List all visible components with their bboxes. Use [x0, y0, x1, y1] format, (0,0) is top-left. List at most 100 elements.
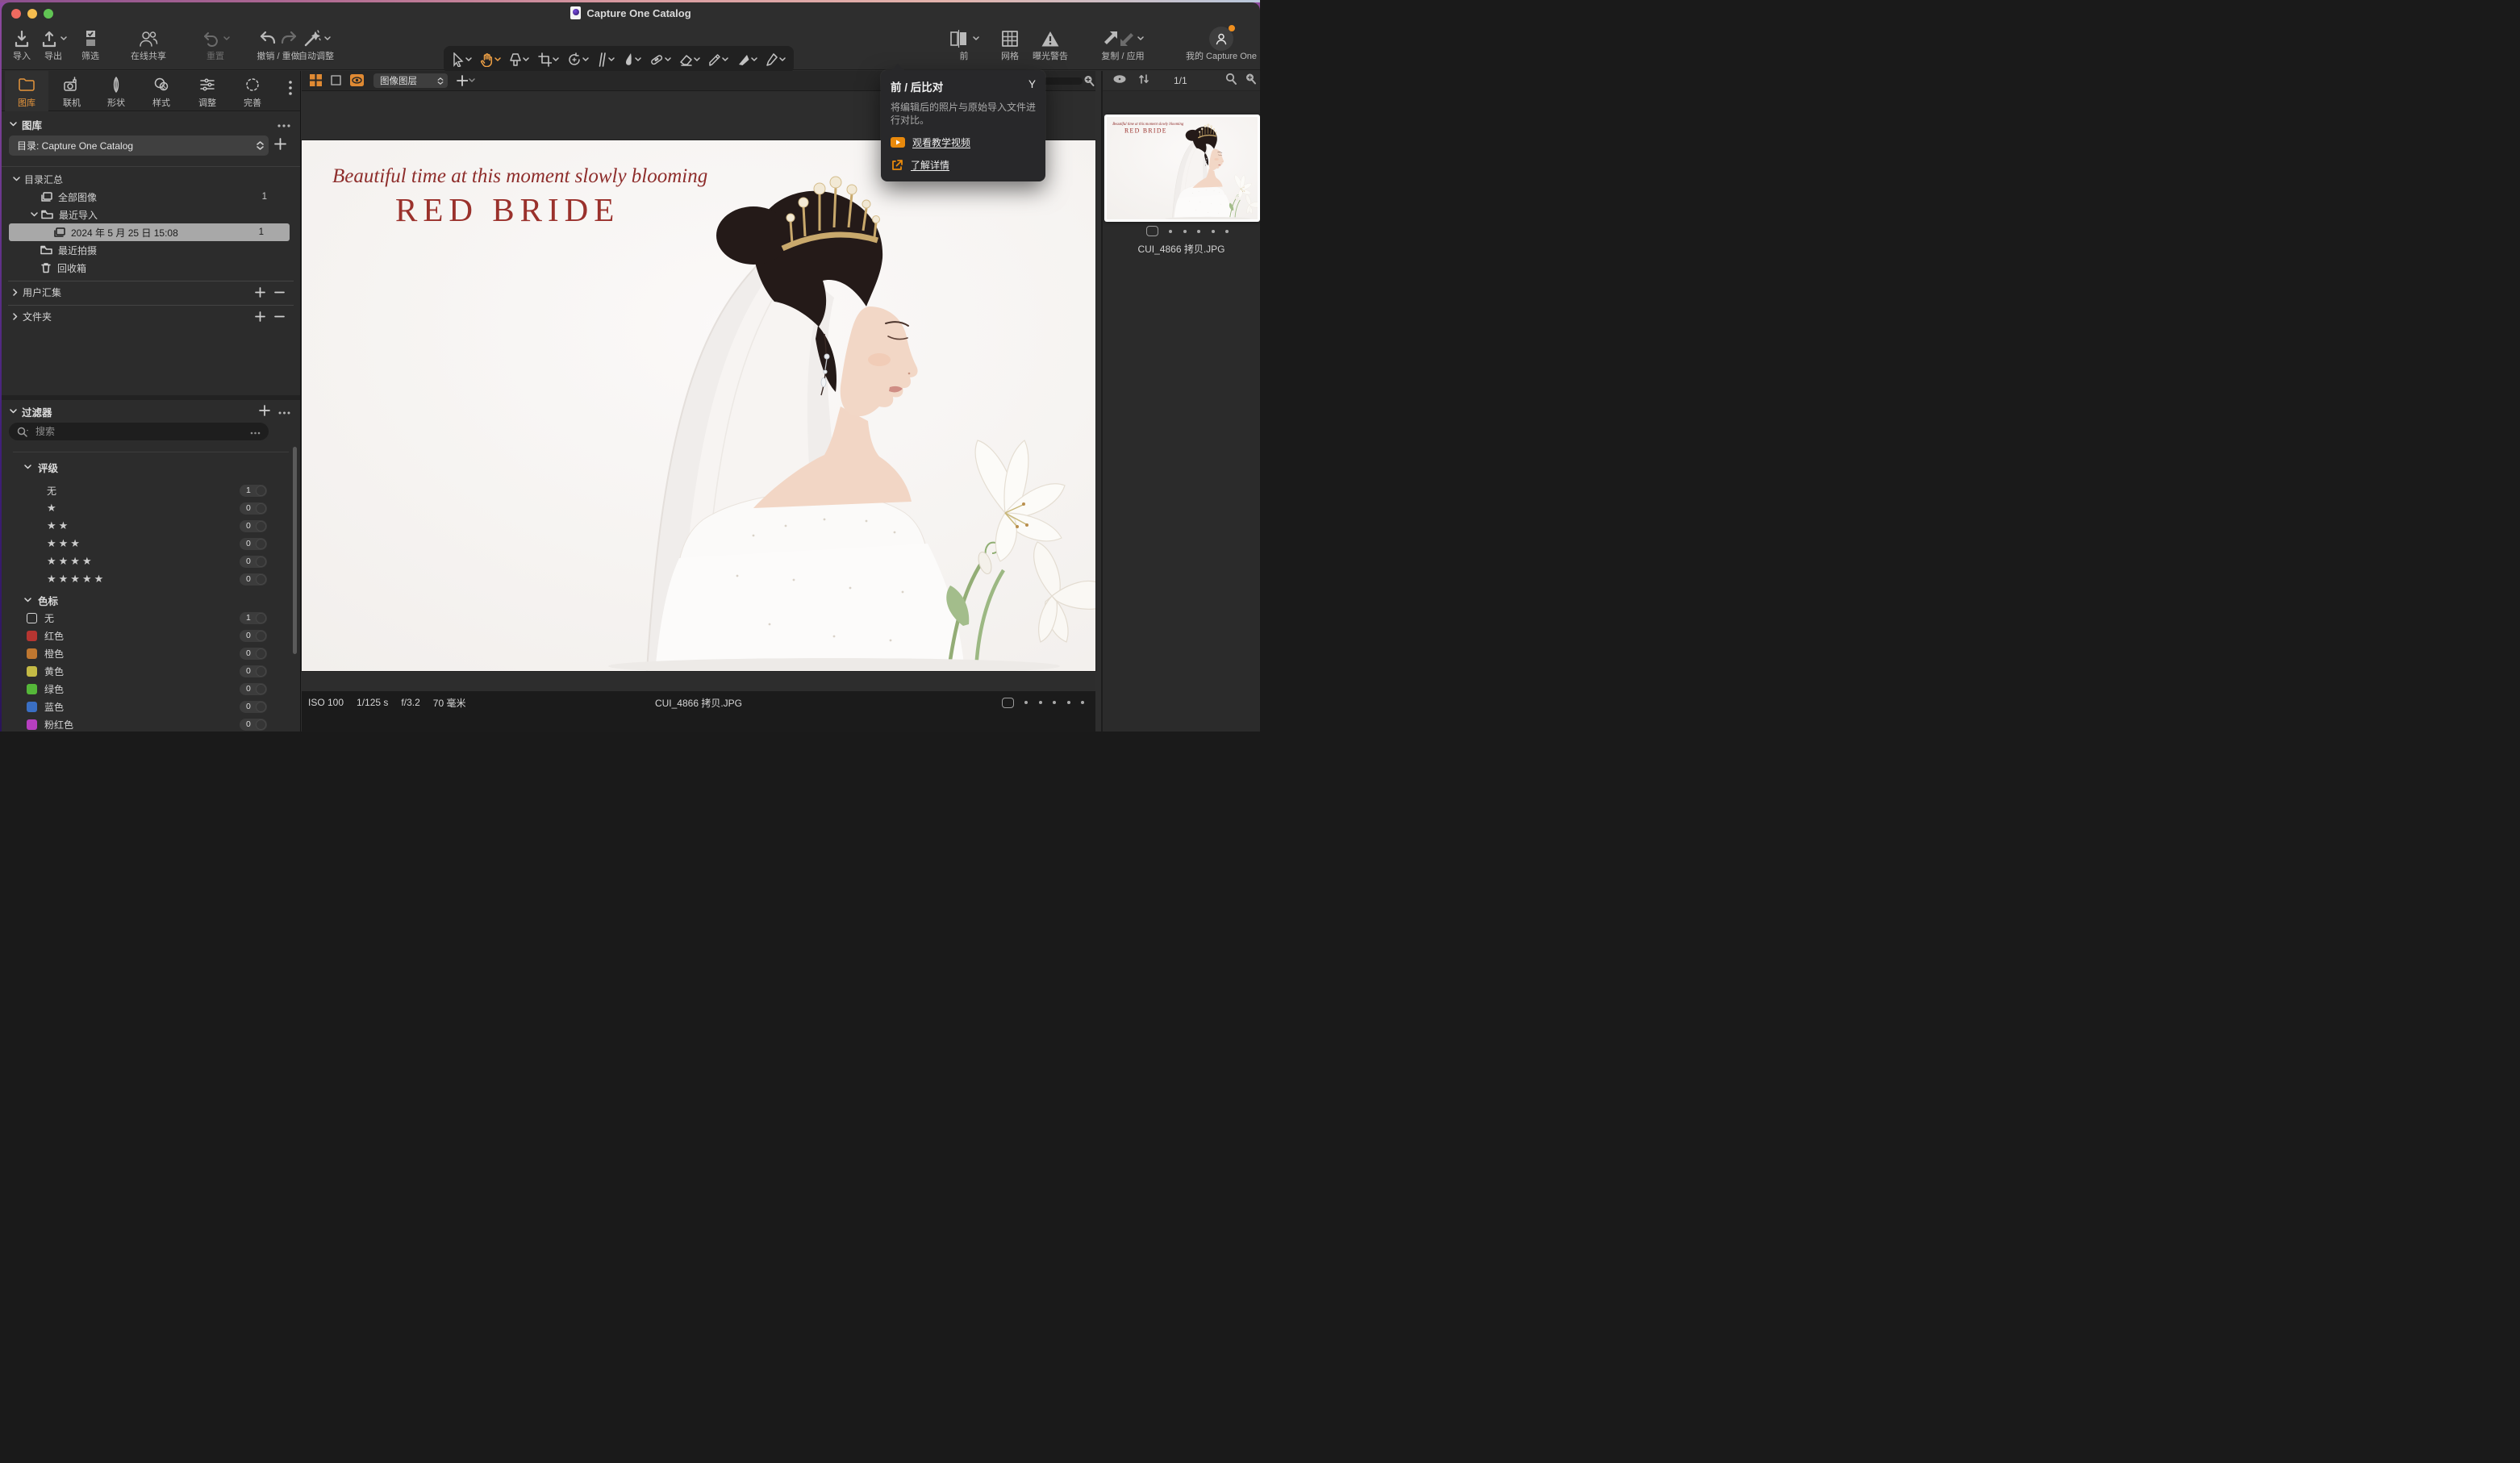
- chevron-down-icon: [24, 465, 31, 469]
- window-title: Capture One Catalog: [2, 6, 1260, 19]
- erase-tool[interactable]: [679, 52, 700, 67]
- clone-tool[interactable]: [708, 52, 728, 67]
- tab-styles[interactable]: 样式: [140, 71, 183, 111]
- pan-tool[interactable]: [480, 52, 501, 67]
- rating-group-header[interactable]: 评级: [2, 458, 300, 476]
- sliders-icon: [198, 77, 216, 93]
- filter-row-rating-3[interactable]: ★★★0: [2, 535, 300, 552]
- filter-row-color-none[interactable]: 无1: [2, 609, 300, 627]
- count-badge: 0: [240, 648, 267, 660]
- filter-row-color-red[interactable]: 红色0: [2, 627, 300, 644]
- viewer-canvas[interactable]: ISO 100 1/125 s f/3.2 70 毫米 CUI_4866 拷贝.…: [302, 91, 1095, 732]
- chevron-down-icon: [10, 409, 17, 414]
- library-section-header[interactable]: 图库: [2, 116, 300, 132]
- filter-row-rating-1[interactable]: ★0: [2, 499, 300, 517]
- chevron-down-icon: [13, 177, 20, 181]
- pick-checkbox[interactable]: [1002, 698, 1014, 708]
- browser-zoom-icon[interactable]: [1245, 73, 1257, 89]
- zoom-loupe-icon[interactable]: [1083, 74, 1095, 87]
- filter-row-color-green[interactable]: 绿色0: [2, 680, 300, 698]
- filter-row-rating-2[interactable]: ★★0: [2, 517, 300, 535]
- tree-group-catalog-collections[interactable]: 目录汇总: [2, 170, 300, 188]
- tab-adjust[interactable]: 调整: [186, 71, 229, 111]
- tree-item-all-images[interactable]: 全部图像 1: [2, 188, 300, 206]
- filter-row-rating-4[interactable]: ★★★★0: [2, 552, 300, 570]
- rotate-tool[interactable]: [567, 52, 589, 67]
- stacked-images-icon: [40, 192, 52, 202]
- viewer-mode-button[interactable]: [331, 75, 341, 85]
- remove-folder-button[interactable]: [274, 307, 285, 325]
- viewer-rating-controls[interactable]: [1002, 691, 1085, 714]
- tab-shape[interactable]: 形状: [94, 71, 138, 111]
- filter-row-color-blue[interactable]: 蓝色0: [2, 698, 300, 715]
- exposure-warning-button[interactable]: 曝光警告: [1022, 25, 1079, 61]
- add-user-collection-button[interactable]: [255, 283, 265, 301]
- search-input[interactable]: [35, 426, 237, 437]
- chevron-right-icon: [13, 313, 18, 320]
- filter-row-rating-none[interactable]: 无1: [2, 481, 300, 499]
- crop-tool[interactable]: [538, 52, 559, 67]
- tab-capture[interactable]: 联机: [50, 71, 94, 111]
- tree-item-recent-imports[interactable]: 最近导入: [2, 206, 300, 223]
- filter-row-rating-5[interactable]: ★★★★★0: [2, 570, 300, 588]
- count-badge: 1: [240, 485, 267, 497]
- brush-tool[interactable]: [623, 52, 641, 67]
- browser-grid-view-button[interactable]: [310, 74, 322, 86]
- filter-toolbar-button[interactable]: 筛选: [62, 25, 119, 61]
- main-photo[interactable]: [302, 140, 1095, 671]
- add-layer-button[interactable]: [457, 75, 475, 86]
- tab-refine[interactable]: 完善: [231, 71, 274, 111]
- add-filter-button[interactable]: [259, 405, 270, 419]
- copy-apply-button[interactable]: 复制 / 应用: [1083, 25, 1163, 61]
- count-badge: 0: [240, 538, 267, 550]
- layer-select[interactable]: 图像图层: [373, 73, 448, 88]
- fill-mask-tool[interactable]: [737, 52, 757, 67]
- sort-icon[interactable]: [1138, 73, 1149, 89]
- share-button[interactable]: 在线共享: [120, 25, 177, 61]
- add-catalog-button[interactable]: [274, 138, 286, 154]
- reset-button[interactable]: 重置: [187, 25, 244, 61]
- filters-section-header[interactable]: 过滤器: [2, 403, 300, 419]
- color-swatch-pink: [27, 719, 37, 730]
- remove-user-collection-button[interactable]: [274, 283, 285, 301]
- tree-item-import-session[interactable]: 2024 年 5 月 25 日 15:08 1: [9, 223, 290, 241]
- pen-tool[interactable]: [766, 52, 786, 67]
- search-options-icon[interactable]: [250, 424, 261, 439]
- count-badge: 0: [240, 502, 267, 515]
- folder-open-icon: [41, 210, 53, 219]
- people-icon: [138, 25, 159, 52]
- pick-checkbox[interactable]: [1146, 226, 1158, 236]
- my-capture-one-button[interactable]: 我的 Capture One: [1177, 25, 1260, 61]
- tabs-overflow-icon[interactable]: [289, 81, 292, 99]
- proof-view-button[interactable]: [350, 74, 364, 86]
- filters-menu-icon[interactable]: [278, 406, 290, 417]
- left-sidebar: 图库 联机 形状 样式 调整: [2, 71, 301, 732]
- tab-library[interactable]: 图库: [5, 71, 48, 111]
- filter-row-color-orange[interactable]: 橙色0: [2, 644, 300, 662]
- learn-more-link[interactable]: 了解详情: [891, 158, 1036, 172]
- trash-icon: [40, 262, 52, 273]
- auto-adjust-button[interactable]: 自动调整: [288, 25, 344, 61]
- watch-tutorial-link[interactable]: 观看教学视频: [891, 135, 1036, 149]
- color-swatch-yellow: [27, 666, 37, 677]
- catalog-select[interactable]: 目录: Capture One Catalog: [9, 135, 269, 156]
- eye-icon[interactable]: [1112, 73, 1127, 88]
- straighten-tool[interactable]: [597, 52, 615, 67]
- add-folder-button[interactable]: [255, 307, 265, 325]
- tree-item-recent-captures[interactable]: 最近拍摄: [2, 241, 300, 259]
- undo-icon[interactable]: [258, 29, 277, 48]
- filter-row-color-yellow[interactable]: 黄色0: [2, 662, 300, 680]
- filter-row-color-pink[interactable]: 粉红色0: [2, 715, 300, 732]
- loupe-tool[interactable]: [509, 52, 529, 67]
- heal-tool[interactable]: [649, 52, 671, 67]
- reset-icon: [202, 25, 230, 52]
- grid-icon: [1001, 25, 1019, 52]
- tree-item-trash[interactable]: 回收箱: [2, 259, 300, 277]
- before-after-tooltip: 前 / 后比对 Y 将编辑后的照片与原始导入文件进行对比。 观看教学视频 了解详…: [881, 70, 1045, 181]
- thumbnail-selected[interactable]: [1104, 115, 1260, 222]
- browser-search-icon[interactable]: [1225, 73, 1237, 89]
- color-tag-group-header[interactable]: 色标: [2, 591, 300, 609]
- search-field[interactable]: [9, 423, 269, 440]
- library-menu-icon[interactable]: [277, 119, 290, 130]
- select-tool[interactable]: [452, 52, 472, 67]
